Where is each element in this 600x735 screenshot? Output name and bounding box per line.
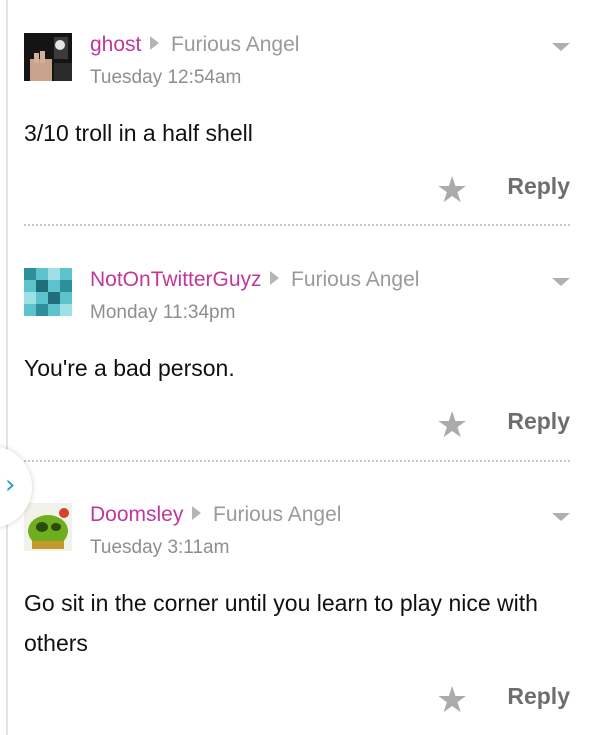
avatar-teal-pattern-icon[interactable]: [24, 268, 72, 316]
reply-arrow-icon: [192, 506, 201, 520]
comment-meta: Doomsley Furious Angel Tuesday 3:11am: [90, 503, 570, 563]
comment: Doomsley Furious Angel Tuesday 3:11am Go…: [24, 503, 570, 733]
chevron-right-icon: ›: [5, 470, 16, 500]
timestamp[interactable]: Tuesday 3:11am: [90, 537, 229, 559]
divider: [24, 460, 570, 462]
timestamp[interactable]: Tuesday 12:54am: [90, 67, 241, 89]
reply-arrow-icon: [270, 271, 279, 285]
comment-meta: NotOnTwitterGuyz Furious Angel Monday 11…: [90, 268, 570, 328]
reply-to-link[interactable]: Furious Angel: [192, 503, 341, 527]
author-link[interactable]: ghost: [90, 33, 141, 57]
timestamp[interactable]: Monday 11:34pm: [90, 302, 235, 324]
star-icon[interactable]: ★: [436, 406, 468, 446]
reply-button[interactable]: Reply: [507, 683, 570, 710]
avatar-dark-character-icon[interactable]: [24, 33, 72, 81]
comment-actions: ★ Reply: [410, 406, 570, 446]
author-link[interactable]: NotOnTwitterGuyz: [90, 268, 262, 292]
reply-to-link[interactable]: Furious Angel: [150, 33, 299, 57]
reply-to-name: Furious Angel: [213, 503, 342, 526]
star-icon[interactable]: ★: [436, 171, 468, 211]
comment: ghost Furious Angel Tuesday 12:54am 3/10…: [24, 33, 570, 213]
thread-line: [6, 0, 8, 735]
reply-to-link[interactable]: Furious Angel: [270, 268, 419, 292]
chevron-down-icon[interactable]: [552, 278, 570, 286]
avatar-green-monster-icon[interactable]: [24, 503, 72, 551]
reply-button[interactable]: Reply: [507, 408, 570, 435]
comment: NotOnTwitterGuyz Furious Angel Monday 11…: [24, 268, 570, 448]
comment-meta: ghost Furious Angel Tuesday 12:54am: [90, 33, 570, 93]
reply-arrow-icon: [150, 36, 159, 50]
reply-button[interactable]: Reply: [507, 173, 570, 200]
comment-body: Go sit in the corner until you learn to …: [24, 590, 538, 656]
comment-actions: ★ Reply: [410, 171, 570, 211]
divider: [24, 224, 570, 226]
author-link[interactable]: Doomsley: [90, 503, 183, 527]
reply-to-name: Furious Angel: [291, 268, 420, 291]
comment-actions: ★ Reply: [410, 681, 570, 721]
star-icon[interactable]: ★: [436, 681, 468, 721]
chevron-down-icon[interactable]: [552, 513, 570, 521]
chevron-down-icon[interactable]: [552, 43, 570, 51]
comment-body: 3/10 troll in a half shell: [24, 120, 253, 146]
comment-body: You're a bad person.: [24, 355, 235, 381]
reply-to-name: Furious Angel: [171, 33, 300, 56]
